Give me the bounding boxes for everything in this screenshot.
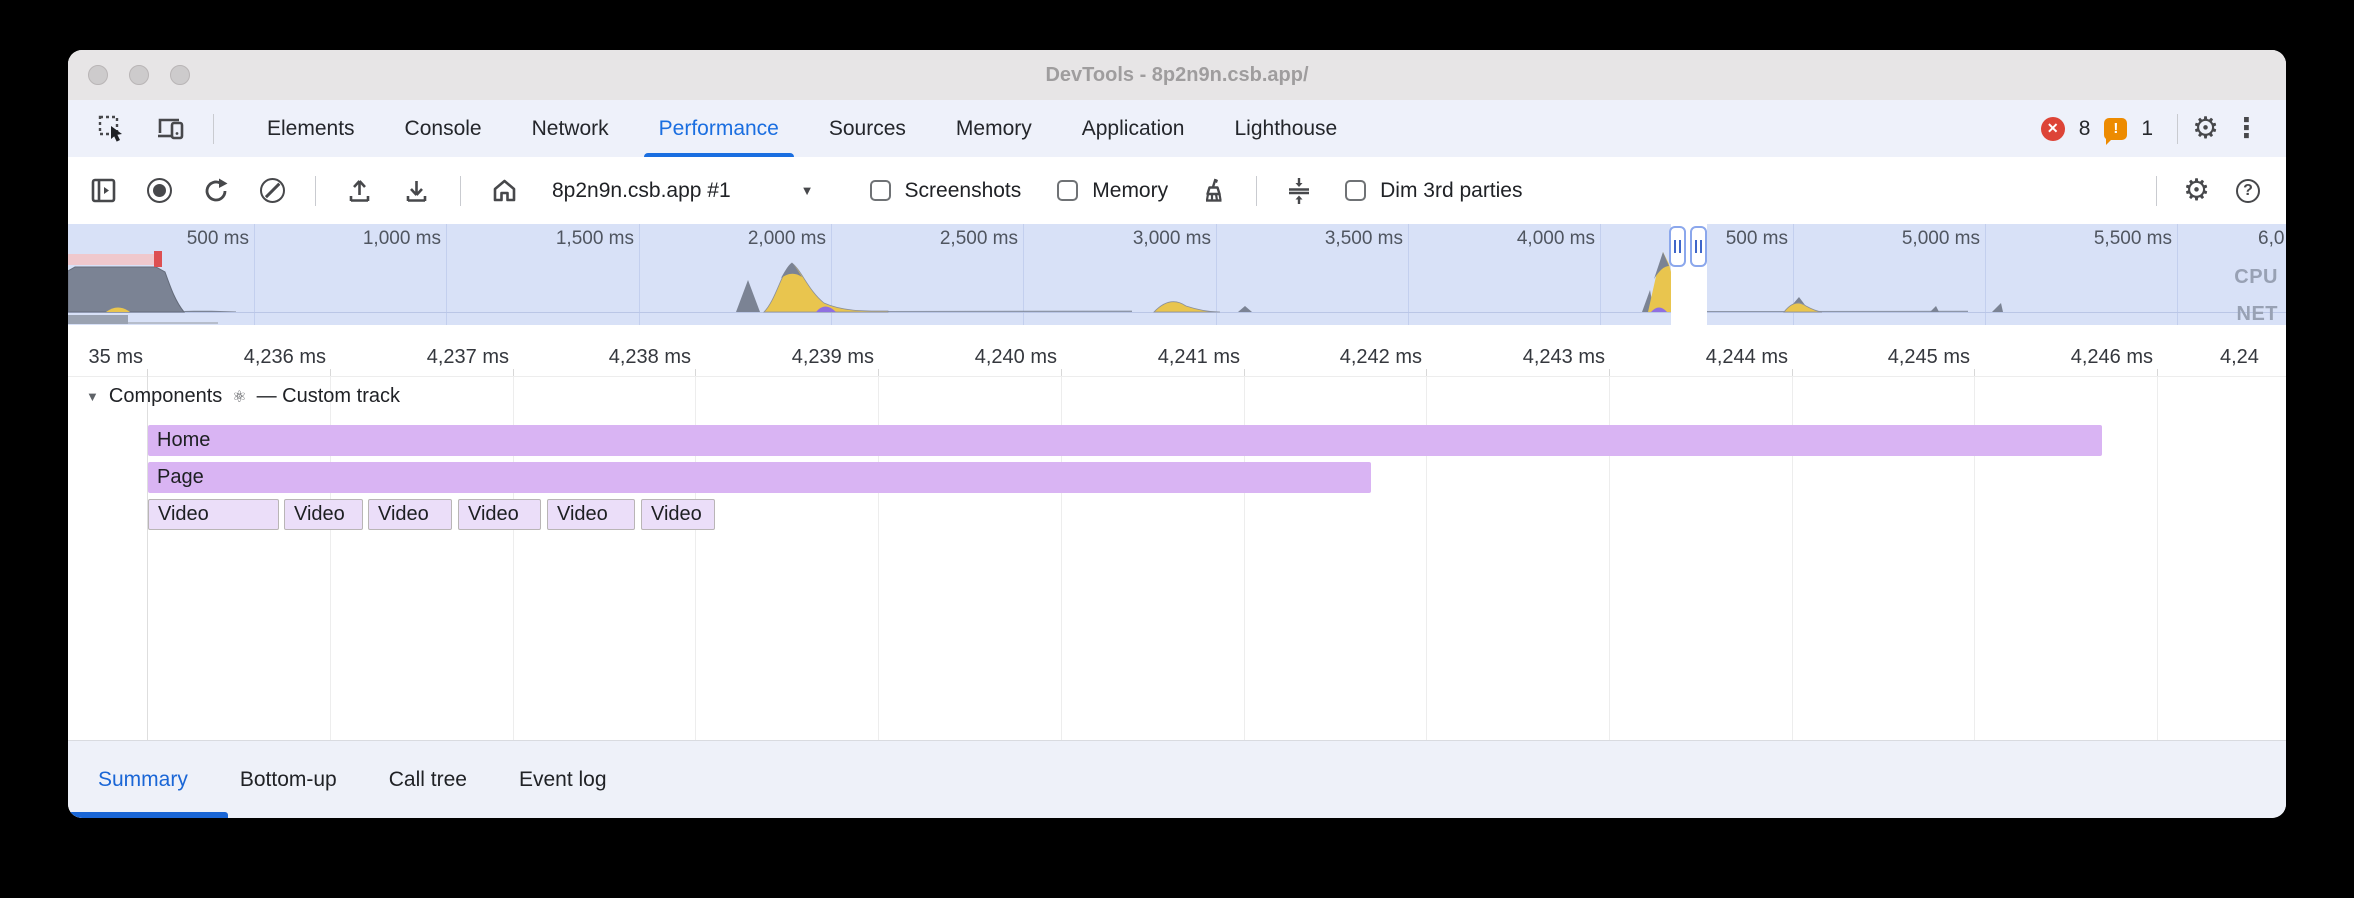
track-subtitle: — Custom track: [257, 385, 400, 408]
screenshots-label: Screenshots: [905, 179, 1022, 203]
tab-performance[interactable]: Performance: [634, 100, 804, 157]
track-bar-video[interactable]: Video: [641, 499, 715, 530]
checkbox-box[interactable]: [870, 180, 891, 201]
collapse-sections-icon[interactable]: [1285, 176, 1313, 206]
track-bar-page[interactable]: Page: [148, 462, 1371, 493]
panel-tab-bar: Elements Console Network Performance Sou…: [68, 100, 2286, 158]
screenshots-checkbox[interactable]: Screenshots: [870, 179, 1022, 203]
record-button[interactable]: [147, 178, 172, 203]
tab-elements[interactable]: Elements: [242, 100, 380, 157]
clear-recording-icon[interactable]: [260, 178, 285, 203]
checkbox-box[interactable]: [1057, 180, 1078, 201]
device-toolbar-icon[interactable]: [155, 115, 185, 142]
target-selector-dropdown[interactable]: 8p2n9n.csb.app #1 ▼: [552, 179, 814, 203]
cpu-label: CPU: [2234, 266, 2278, 289]
tab-event-log[interactable]: Event log: [519, 768, 607, 792]
dim-3rd-parties-checkbox[interactable]: Dim 3rd parties: [1345, 179, 1522, 203]
capture-settings-gear-icon[interactable]: ⚙: [2183, 176, 2210, 206]
error-count[interactable]: 8: [2079, 117, 2091, 141]
track-bar-video[interactable]: Video: [368, 499, 452, 530]
checkbox-box[interactable]: [1345, 180, 1366, 201]
tab-memory[interactable]: Memory: [931, 100, 1057, 157]
collect-garbage-icon[interactable]: [1200, 176, 1228, 205]
track-bar-video[interactable]: Video: [284, 499, 363, 530]
help-icon[interactable]: ?: [2236, 179, 2260, 203]
timeline-overview[interactable]: 500 ms 1,000 ms 1,500 ms 2,000 ms 2,500 …: [68, 224, 2286, 326]
divider: [1256, 176, 1257, 206]
active-tab-underline: [68, 812, 228, 818]
tab-sources[interactable]: Sources: [804, 100, 931, 157]
track-bar-video[interactable]: Video: [458, 499, 541, 530]
tab-bottom-up[interactable]: Bottom-up: [240, 768, 337, 792]
collapse-triangle-icon[interactable]: ▼: [86, 389, 99, 404]
divider: [2156, 176, 2157, 206]
flame-chart-area[interactable]: ▼ Components ⚛ — Custom track Home Page …: [68, 376, 2286, 740]
tab-application[interactable]: Application: [1057, 100, 1210, 157]
warning-count[interactable]: 1: [2141, 117, 2153, 141]
tab-lighthouse[interactable]: Lighthouse: [1209, 100, 1362, 157]
home-icon[interactable]: [491, 177, 518, 204]
timeline-ruler: 35 ms 4,236 ms 4,237 ms 4,238 ms 4,239 m…: [68, 325, 2286, 377]
divider: [2177, 114, 2178, 144]
title-bar: DevTools - 8p2n9n.csb.app/: [68, 50, 2286, 101]
selection-left-handle[interactable]: [1669, 226, 1686, 267]
tab-network[interactable]: Network: [507, 100, 634, 157]
load-profile-icon[interactable]: [346, 177, 373, 204]
selection-right-handle[interactable]: [1690, 226, 1707, 267]
inspect-element-icon[interactable]: [98, 115, 125, 142]
tab-summary[interactable]: Summary: [98, 768, 188, 792]
desktop-background: DevTools - 8p2n9n.csb.app/ Element: [0, 0, 2354, 898]
dim-3rd-parties-label: Dim 3rd parties: [1380, 179, 1522, 203]
window-title: DevTools - 8p2n9n.csb.app/: [68, 50, 2286, 100]
react-atom-icon: ⚛: [232, 387, 246, 406]
save-profile-icon[interactable]: [403, 177, 430, 204]
panel-tabs: Elements Console Network Performance Sou…: [242, 100, 1362, 157]
track-bar-video[interactable]: Video: [148, 499, 279, 530]
track-bar-video[interactable]: Video: [547, 499, 635, 530]
tab-call-tree[interactable]: Call tree: [389, 768, 467, 792]
net-label: NET: [2237, 303, 2279, 326]
toggle-sidebar-icon[interactable]: [90, 177, 117, 204]
custom-track-header[interactable]: ▼ Components ⚛ — Custom track: [86, 385, 400, 408]
track-bar-home[interactable]: Home: [148, 425, 2102, 456]
divider: [460, 176, 461, 206]
bottom-tab-bar: Summary Bottom-up Call tree Event log: [68, 740, 2286, 818]
target-selector-value: 8p2n9n.csb.app #1: [552, 179, 731, 203]
memory-label: Memory: [1092, 179, 1168, 203]
reload-and-record-button[interactable]: [202, 177, 230, 205]
divider: [315, 176, 316, 206]
tab-console[interactable]: Console: [380, 100, 507, 157]
error-badge-icon[interactable]: ✕: [2041, 117, 2065, 141]
devtools-window: DevTools - 8p2n9n.csb.app/ Element: [68, 50, 2286, 818]
performance-toolbar: 8p2n9n.csb.app #1 ▼ Screenshots Memory: [68, 157, 2286, 225]
kebab-menu-icon[interactable]: ⋮: [2233, 116, 2260, 142]
chevron-down-icon: ▼: [801, 183, 814, 198]
memory-checkbox[interactable]: Memory: [1057, 179, 1168, 203]
warning-badge-icon[interactable]: !: [2104, 118, 2127, 140]
divider: [213, 114, 214, 144]
track-title: Components: [109, 385, 222, 408]
settings-gear-icon[interactable]: ⚙: [2192, 114, 2219, 144]
